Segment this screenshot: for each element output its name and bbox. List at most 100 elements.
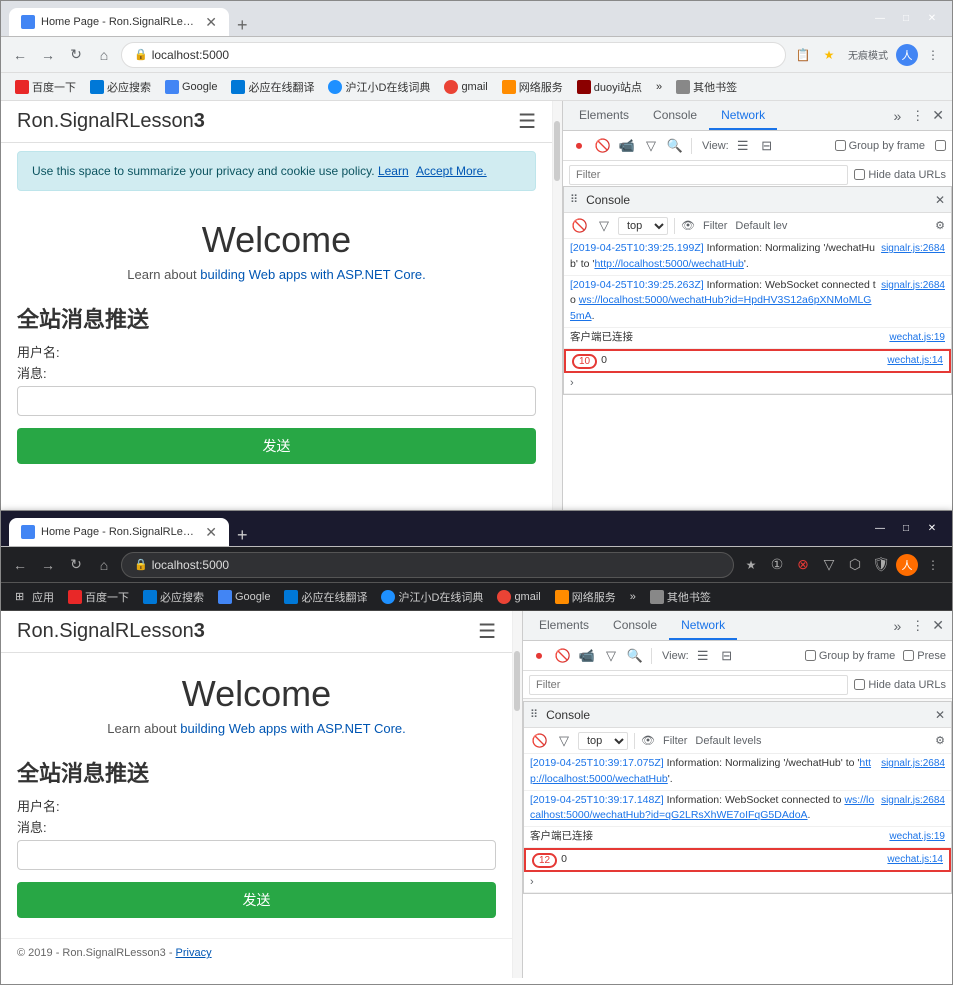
log-link-4-1[interactable]: wechat.js:14 [883, 353, 943, 368]
bookmark-baidu-2[interactable]: 百度一下 [62, 586, 135, 608]
bookmark-wangluofuwu-1[interactable]: 网络服务 [496, 76, 569, 98]
hide-data-urls-check-2[interactable]: Hide data URLs [854, 679, 946, 691]
send-button-1[interactable]: 发送 [17, 428, 536, 464]
icon4-2[interactable]: ▽ [818, 554, 840, 576]
icon3-2[interactable]: ⊗ [792, 554, 814, 576]
avatar-icon-2[interactable]: 人 [896, 554, 918, 576]
console-drag-handle-2[interactable]: ⠿ [530, 708, 538, 721]
devtools-tab-console-1[interactable]: Console [641, 101, 709, 130]
hamburger-menu-2[interactable]: ☰ [478, 619, 496, 644]
group-by-frame-check-2[interactable]: Group by frame [805, 650, 895, 662]
bookmark-biyinfanyi-2[interactable]: 必应在线翻译 [278, 586, 373, 608]
bookmark-hujiane-2[interactable]: 沪江小D在线词典 [375, 586, 489, 608]
log-link-3-2[interactable]: wechat.js:19 [885, 829, 945, 844]
bookmarks-more-1[interactable]: » [650, 76, 668, 98]
log-link-4-2[interactable]: wechat.js:14 [883, 852, 943, 867]
network-filter-input-2[interactable] [529, 675, 848, 695]
filter-label-2[interactable]: Filter [663, 735, 687, 747]
list-view-icon-1[interactable]: ☰ [733, 136, 753, 156]
devtools-more-tabs-1[interactable]: » [887, 108, 907, 124]
group-by-frame-checkbox-2[interactable] [805, 650, 816, 661]
minimize-btn-1[interactable]: — [868, 10, 892, 28]
reload-button-2[interactable]: ↻ [65, 554, 87, 576]
avatar-icon-1[interactable]: 人 [896, 44, 918, 66]
tab-close-1[interactable]: ✕ [205, 14, 217, 31]
translate-icon-1[interactable]: 📋 [792, 44, 814, 66]
asp-core-link-2[interactable]: building Web apps with ASP.NET Core. [180, 721, 405, 736]
devtools-more-tabs-2[interactable]: » [887, 618, 907, 634]
hide-data-urls-checkbox-1[interactable] [854, 169, 865, 180]
message-input-2[interactable] [17, 840, 496, 870]
preserve-log-check-2[interactable]: Prese [903, 650, 946, 662]
devtools-close-btn-2[interactable]: ✕ [928, 617, 948, 634]
log-arrow-1[interactable]: › [570, 375, 574, 392]
log-entry-5-2[interactable]: › [524, 872, 951, 894]
devtools-close-btn-1[interactable]: ✕ [928, 107, 948, 124]
tree-view-icon-2[interactable]: ⊟ [717, 646, 737, 666]
log-arrow-2[interactable]: › [530, 874, 534, 891]
console-clear-icon-2[interactable]: 🚫 [530, 731, 550, 751]
tab-active-1[interactable]: Home Page - Ron.SignalRLess... ✕ [9, 8, 229, 36]
log-link-1-2[interactable]: signalr.js:2684 [877, 756, 945, 771]
filter-label-1[interactable]: Filter [703, 220, 727, 232]
new-tab-button-2[interactable]: + [229, 525, 256, 546]
close-btn-2[interactable]: ✕ [920, 520, 944, 538]
menu-icon-1[interactable]: ⋮ [922, 44, 944, 66]
maximize-btn-2[interactable]: □ [894, 520, 918, 538]
bookmarks-more-2[interactable]: » [624, 586, 642, 608]
context-select-1[interactable]: top [618, 217, 668, 235]
camera-icon-1[interactable]: 📹 [617, 136, 637, 156]
asp-core-link-1[interactable]: building Web apps with ASP.NET Core. [200, 267, 425, 282]
maximize-btn-1[interactable]: □ [894, 10, 918, 28]
group-by-frame-check-1[interactable]: Group by frame [835, 140, 925, 152]
preserve-log-checkbox-1[interactable] [935, 140, 946, 151]
group-by-frame-checkbox-1[interactable] [835, 140, 846, 151]
forward-button-2[interactable]: → [37, 554, 59, 576]
url-bar-1[interactable]: 🔒 localhost:5000 [121, 42, 786, 68]
log-link-2-2[interactable]: signalr.js:2684 [877, 793, 945, 808]
devtools-tab-elements-2[interactable]: Elements [527, 611, 601, 640]
console-drag-handle-1[interactable]: ⠿ [570, 193, 578, 206]
context-select-2[interactable]: top [578, 732, 628, 750]
devtools-settings-icon-2[interactable]: ⋮ [907, 618, 928, 634]
home-button-2[interactable]: ⌂ [93, 554, 115, 576]
bookmark-wangluofuwu-2[interactable]: 网络服务 [549, 586, 622, 608]
cookie-learn-link-1[interactable]: Learn [378, 164, 409, 178]
url-bar-2[interactable]: 🔒 localhost:5000 [121, 552, 734, 578]
tab-active-2[interactable]: Home Page - Ron.SignalRLess... ✕ [9, 518, 229, 546]
eye-icon-2[interactable]: 👁 [641, 734, 655, 747]
preserve-log-checkbox-2[interactable] [903, 650, 914, 661]
close-btn-1[interactable]: ✕ [920, 10, 944, 28]
devtools-tab-network-1[interactable]: Network [709, 101, 777, 130]
reload-button-1[interactable]: ↻ [65, 44, 87, 66]
hide-data-urls-check-1[interactable]: Hide data URLs [854, 169, 946, 181]
clear-icon-1[interactable]: 🚫 [593, 136, 613, 156]
back-button-1[interactable]: ← [9, 44, 31, 66]
privacy-link-2[interactable]: Privacy [176, 947, 212, 959]
minimize-btn-2[interactable]: — [868, 520, 892, 538]
bookmark-baiduyixia-1[interactable]: 百度一下 [9, 76, 82, 98]
eye-icon-1[interactable]: 👁 [681, 219, 695, 232]
network-filter-input-1[interactable] [569, 165, 848, 185]
console-settings-icon-1[interactable]: ⚙ [935, 219, 945, 232]
camera-icon-2[interactable]: 📹 [577, 646, 597, 666]
home-button-1[interactable]: ⌂ [93, 44, 115, 66]
page-scrollbar-1[interactable] [552, 101, 562, 511]
list-view-icon-2[interactable]: ☰ [693, 646, 713, 666]
message-input-1[interactable] [17, 386, 536, 416]
bookmark-biyingsousuo-1[interactable]: 必应搜索 [84, 76, 157, 98]
console-clear-icon-1[interactable]: 🚫 [570, 216, 590, 236]
hamburger-menu-1[interactable]: ☰ [518, 109, 536, 134]
page-scrollbar-2[interactable] [512, 611, 522, 978]
clear-icon-2[interactable]: 🚫 [553, 646, 573, 666]
console-settings-icon-2[interactable]: ⚙ [935, 734, 945, 747]
search-icon-2[interactable]: 🔍 [625, 646, 645, 666]
devtools-tab-console-2[interactable]: Console [601, 611, 669, 640]
devtools-settings-icon-1[interactable]: ⋮ [907, 108, 928, 124]
record-icon-1[interactable]: ⏺ [569, 136, 589, 156]
preserve-log-check-1[interactable] [935, 140, 946, 151]
console-filter-icon-2[interactable]: ▽ [554, 731, 574, 751]
menu-icon-2[interactable]: ⋮ [922, 554, 944, 576]
cookie-accept-link-1[interactable]: Accept More. [416, 164, 487, 178]
send-button-2[interactable]: 发送 [17, 882, 496, 918]
